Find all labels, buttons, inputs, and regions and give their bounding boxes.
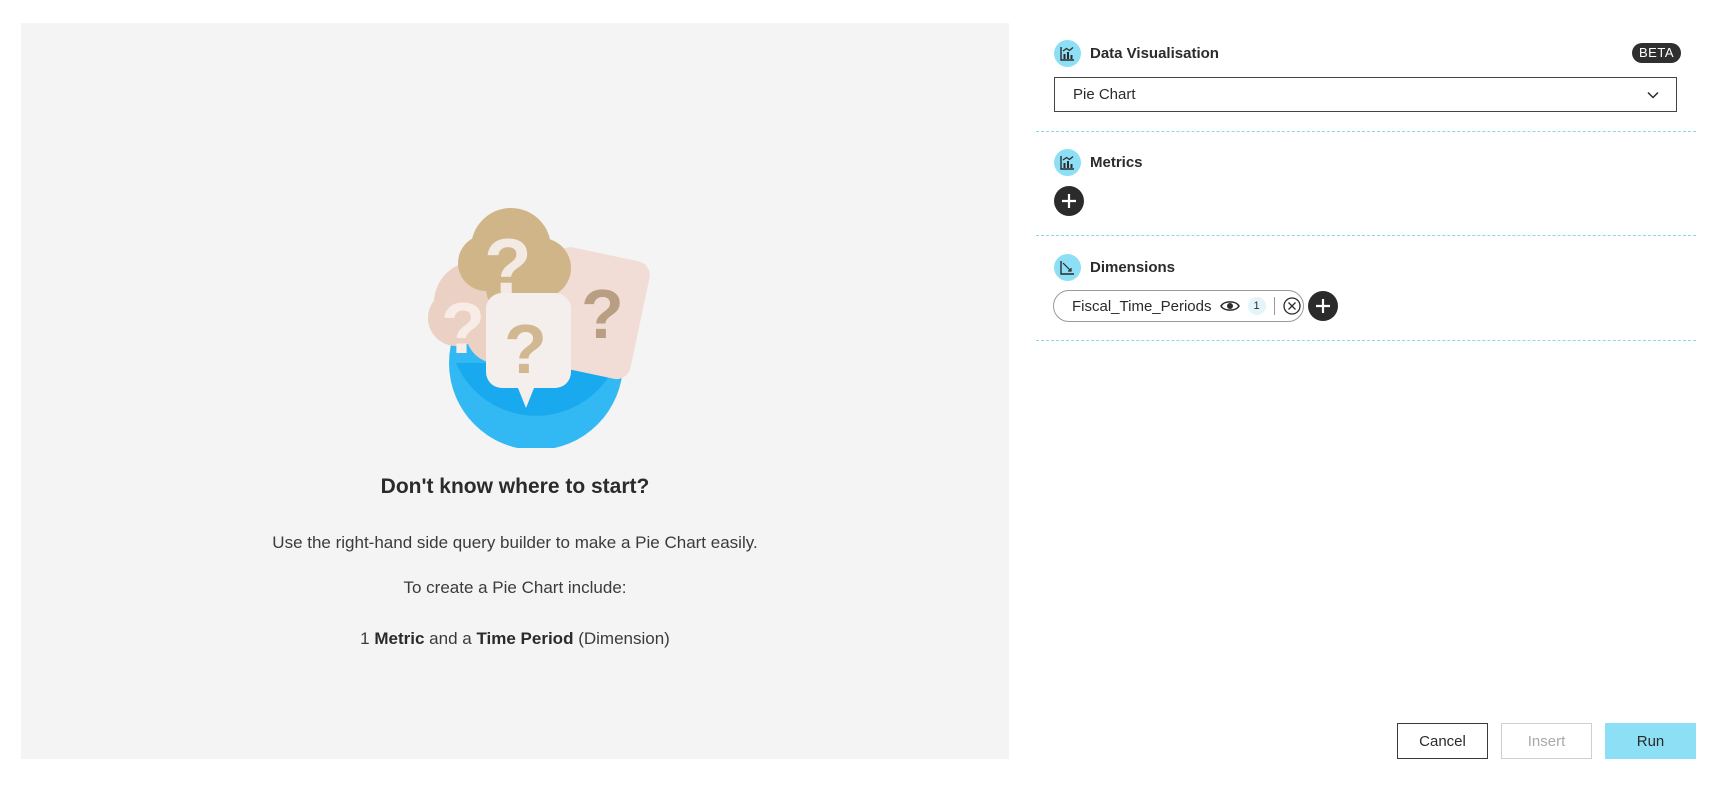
chart-type-select[interactable]: Pie Chart bbox=[1054, 77, 1677, 112]
chart-icon bbox=[1054, 149, 1081, 176]
dimension-chip-count: 1 bbox=[1247, 297, 1266, 315]
empty-state-subtitle: To create a Pie Chart include: bbox=[403, 578, 627, 597]
remove-circle-icon[interactable] bbox=[1282, 297, 1301, 315]
section-divider bbox=[1036, 340, 1696, 341]
section-divider bbox=[1036, 131, 1696, 132]
section-divider bbox=[1036, 235, 1696, 236]
req-dimension: (Dimension) bbox=[578, 629, 670, 648]
empty-state-panel: ? ? ? ? Don't know where to start? Use t… bbox=[21, 23, 1009, 759]
chart-icon bbox=[1054, 40, 1081, 67]
chip-separator bbox=[1273, 297, 1275, 315]
metrics-title: Metrics bbox=[1090, 154, 1143, 171]
eye-icon[interactable] bbox=[1219, 299, 1240, 313]
empty-state-title: Don't know where to start? bbox=[380, 475, 650, 498]
query-builder-modal: ? ? ? ? Don't know where to start? Use t… bbox=[0, 0, 1716, 786]
req-and: and a bbox=[429, 629, 472, 648]
question-marks-illustration: ? ? ? ? bbox=[428, 208, 650, 448]
run-button[interactable]: Run bbox=[1605, 723, 1696, 759]
data-visualisation-header: Data Visualisation bbox=[1054, 40, 1219, 67]
chevron-down-icon bbox=[1647, 91, 1659, 99]
axis-icon bbox=[1054, 254, 1081, 281]
req-metric: Metric bbox=[374, 629, 425, 648]
insert-button[interactable]: Insert bbox=[1501, 723, 1592, 759]
dimensions-title: Dimensions bbox=[1090, 259, 1176, 276]
plus-icon bbox=[1316, 299, 1330, 313]
metrics-header: Metrics bbox=[1054, 149, 1143, 176]
chart-type-value: Pie Chart bbox=[1073, 86, 1136, 103]
req-count: 1 bbox=[360, 629, 370, 648]
dimension-chip[interactable]: Fiscal_Time_Periods 1 bbox=[1053, 290, 1304, 322]
empty-state-requirements: 1 Metric and a Time Period (Dimension) bbox=[21, 629, 1009, 649]
plus-icon bbox=[1062, 194, 1076, 208]
dimension-chip-label: Fiscal_Time_Periods bbox=[1072, 297, 1212, 315]
add-metric-button[interactable] bbox=[1054, 186, 1084, 216]
req-time-period: Time Period bbox=[476, 629, 574, 648]
svg-text:?: ? bbox=[441, 289, 485, 369]
svg-text:?: ? bbox=[504, 310, 547, 388]
add-dimension-button[interactable] bbox=[1308, 291, 1338, 321]
empty-state-description: Use the right-hand side query builder to… bbox=[272, 533, 758, 552]
beta-badge: BETA bbox=[1632, 43, 1681, 63]
cancel-button[interactable]: Cancel bbox=[1397, 723, 1488, 759]
data-visualisation-title: Data Visualisation bbox=[1090, 45, 1219, 62]
dimensions-header: Dimensions bbox=[1054, 254, 1175, 281]
svg-text:?: ? bbox=[581, 275, 624, 353]
